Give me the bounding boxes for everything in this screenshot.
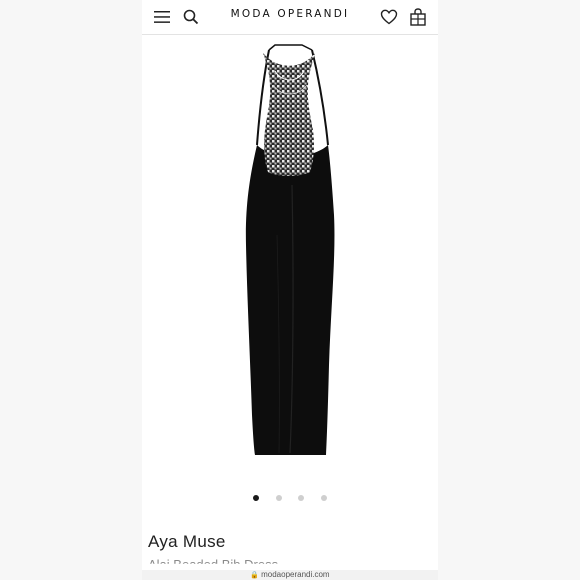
carousel-dot-2[interactable]: [275, 495, 282, 501]
brand-logo[interactable]: MODA OPERANDI: [202, 8, 378, 20]
heart-icon[interactable]: [379, 7, 399, 27]
url-text: modaoperandi.com: [261, 570, 330, 579]
browser-url-bar[interactable]: 🔒 modaoperandi.com: [142, 570, 438, 580]
site-header: MODA OPERANDI: [142, 0, 438, 35]
search-icon[interactable]: [181, 7, 201, 27]
carousel-dot-4[interactable]: [320, 495, 327, 501]
designer-name[interactable]: Aya Muse: [148, 532, 226, 552]
dress-image: [245, 44, 335, 455]
mobile-page: MODA OPERANDI Aya Muse Alai Beaded Bib D…: [142, 0, 438, 580]
product-image[interactable]: [142, 35, 438, 505]
shopping-bag-icon[interactable]: [408, 7, 428, 27]
carousel-indicators: [142, 488, 438, 501]
menu-icon[interactable]: [152, 7, 172, 27]
lock-icon: 🔒: [250, 572, 260, 579]
